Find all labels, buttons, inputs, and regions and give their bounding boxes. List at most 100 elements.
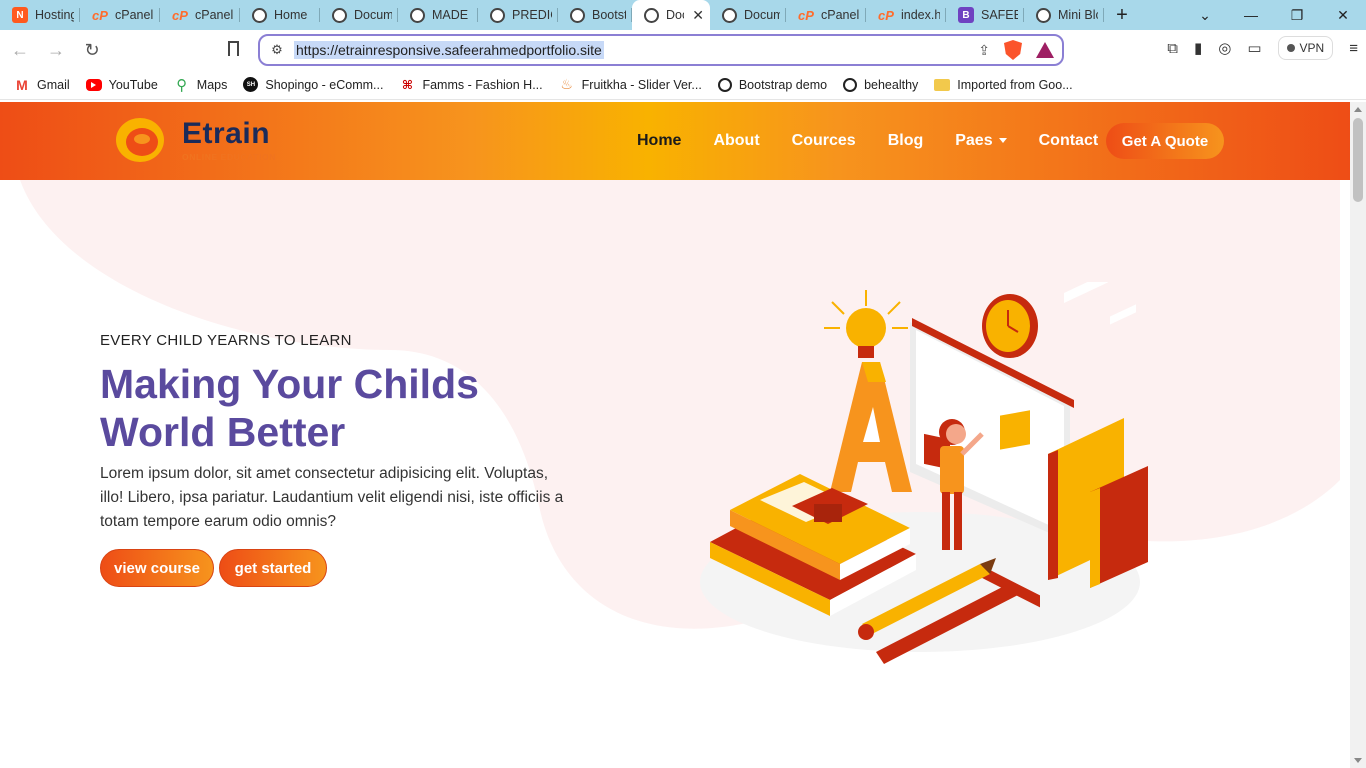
nav-item-blog[interactable]: Blog — [888, 132, 924, 150]
nav-item-contact[interactable]: Contact — [1039, 132, 1099, 150]
page-viewport: Etrain ONLINE EDUCATION Home About Cources… — [0, 102, 1366, 768]
bookmark-item[interactable]: M Gmail — [14, 77, 70, 93]
browser-tab[interactable]: cP cPanel - — [160, 0, 240, 30]
brand-name: Etrain — [182, 117, 271, 150]
arrow-left-icon: ← — [11, 39, 29, 60]
nav-item-cources[interactable]: Cources — [792, 132, 856, 150]
nav-item-about[interactable]: About — [713, 132, 759, 150]
scroll-down-icon[interactable] — [1354, 758, 1362, 763]
browser-tab[interactable]: Home — [240, 0, 320, 30]
brand-tagline: ONLINE EDUCATION — [182, 152, 276, 162]
view-course-button[interactable]: view course — [100, 549, 214, 587]
wallet-icon[interactable]: ▭ — [1247, 39, 1261, 57]
scroll-up-icon[interactable] — [1354, 107, 1362, 112]
tab-title: Hosting — [35, 8, 74, 22]
vpn-status-icon — [1286, 44, 1295, 52]
nav-label: Cources — [791, 132, 856, 149]
close-tab-icon[interactable]: ✕ — [692, 7, 704, 24]
tab-search-icon[interactable]: ⌄ — [1182, 7, 1228, 24]
browser-tab[interactable]: cP cPanel F — [786, 0, 866, 30]
browser-tab[interactable]: cP cPanel - — [80, 0, 160, 30]
tab-title: Home — [274, 8, 308, 22]
bookmark-label: YouTube — [108, 77, 158, 92]
bookmark-label: Imported from Goo... — [957, 77, 1073, 92]
tab-title: index.ht — [901, 8, 940, 22]
brave-rewards-icon[interactable] — [1036, 42, 1054, 58]
browser-tab[interactable]: PREDIC — [478, 0, 558, 30]
tab-title: PREDIC — [512, 8, 552, 22]
reload-button[interactable]: ↻ — [76, 34, 108, 66]
globe-icon — [722, 7, 737, 23]
browser-tab[interactable]: N Hosting — [0, 0, 80, 30]
extensions-icon[interactable]: ⧉ — [1167, 40, 1178, 57]
globe-icon — [252, 7, 267, 23]
sidebar-icon[interactable]: ▮ — [1194, 39, 1202, 57]
new-tab-button[interactable]: + — [1104, 0, 1140, 30]
nav-label: Home — [637, 132, 682, 149]
get-started-button[interactable]: get started — [219, 549, 327, 587]
menu-icon[interactable]: ≡ — [1349, 40, 1358, 57]
tab-title: cPanel - — [115, 8, 154, 22]
globe-icon — [843, 77, 858, 92]
bookmark-label: Fruitkha - Slider Ver... — [581, 77, 702, 92]
address-url[interactable]: https://etrainresponsive.safeerahmedport… — [294, 41, 604, 59]
bookmark-item[interactable]: YouTube — [85, 77, 158, 92]
tab-strip: N Hosting cP cPanel - cP cPanel - Home Docume MA… — [0, 0, 1366, 30]
globe-icon — [490, 7, 505, 23]
minimize-icon[interactable]: — — [1228, 7, 1274, 23]
nav-item-home[interactable]: Home — [637, 132, 681, 150]
bookmark-item[interactable]: SH Shopingo - eComm... — [243, 77, 383, 92]
bookmark-item[interactable]: Imported from Goo... — [934, 77, 1073, 92]
bookmark-item[interactable]: ⚲ Maps — [174, 77, 227, 94]
tab-title: Doc — [666, 8, 684, 22]
browser-tab[interactable]: Bootstra — [558, 0, 632, 30]
maximize-icon[interactable]: ❐ — [1274, 7, 1320, 24]
browser-tab[interactable]: MADE B — [398, 0, 478, 30]
youtube-icon — [85, 78, 102, 91]
bookmark-item[interactable]: ⌘ Famms - Fashion H... — [399, 77, 543, 92]
browser-tab[interactable]: Docume — [320, 0, 398, 30]
browser-tab[interactable]: Doc ✕ — [632, 0, 710, 30]
bookmark-item[interactable]: ♨ Fruitkha - Slider Ver... — [559, 76, 702, 92]
site-info-icon[interactable]: ⚙ — [260, 42, 294, 58]
site-logo[interactable]: Etrain ONLINE EDUCATION — [116, 116, 276, 164]
arrow-right-icon: → — [47, 39, 65, 60]
bookmark-item[interactable]: behealthy — [843, 77, 919, 92]
globe-icon — [717, 77, 732, 92]
address-bar-actions: ⇪ — [978, 40, 1054, 60]
folder-icon — [934, 78, 951, 91]
browser-tab[interactable]: cP index.ht — [866, 0, 946, 30]
browser-tab[interactable]: Docume — [710, 0, 786, 30]
bookmark-label: behealthy — [864, 77, 919, 92]
brave-shields-icon[interactable] — [1004, 40, 1022, 60]
sh-icon: SH — [243, 77, 259, 92]
browser-tab[interactable]: Mini Blc — [1024, 0, 1104, 30]
vpn-label: VPN — [1299, 41, 1325, 55]
get-a-quote-button[interactable]: Get A Quote — [1106, 123, 1224, 159]
bookmark-label: Gmail — [37, 77, 70, 92]
leo-ai-icon[interactable]: ◎ — [1218, 39, 1231, 57]
hero-illustration — [700, 282, 1148, 664]
bookmark-item[interactable]: Bootstrap demo — [717, 77, 828, 92]
back-button[interactable]: ← — [4, 34, 36, 66]
close-window-icon[interactable]: ✕ — [1320, 7, 1366, 24]
bookmarks-bar: M Gmail YouTube ⚲ Maps SH Shopingo - eComm... ⌘… — [0, 70, 1366, 100]
address-bar[interactable]: ⚙ https://etrainresponsive.safeerahmedpo… — [258, 34, 1064, 66]
browser-tab[interactable]: B SAFEER — [946, 0, 1024, 30]
forward-button[interactable]: → — [40, 34, 72, 66]
bookmark-label: Bootstrap demo — [738, 77, 828, 92]
nav-item-paes[interactable]: Paes — [955, 132, 1007, 150]
tab-title: cPanel F — [821, 8, 860, 22]
vpn-button[interactable]: VPN — [1277, 36, 1334, 60]
bootstrap-icon: B — [958, 7, 974, 23]
fruitkha-icon: ♨ — [560, 76, 573, 92]
bookmark-page-icon[interactable] — [228, 41, 239, 56]
scrollbar-thumb[interactable] — [1353, 118, 1363, 202]
famms-icon: ⌘ — [401, 77, 414, 92]
nav-label: Paes — [955, 132, 993, 149]
share-icon[interactable]: ⇪ — [978, 42, 990, 59]
reload-icon: ↻ — [84, 39, 100, 60]
globe-icon — [570, 7, 585, 23]
page-scrollbar[interactable] — [1350, 102, 1366, 768]
nav-label: Blog — [887, 132, 924, 149]
